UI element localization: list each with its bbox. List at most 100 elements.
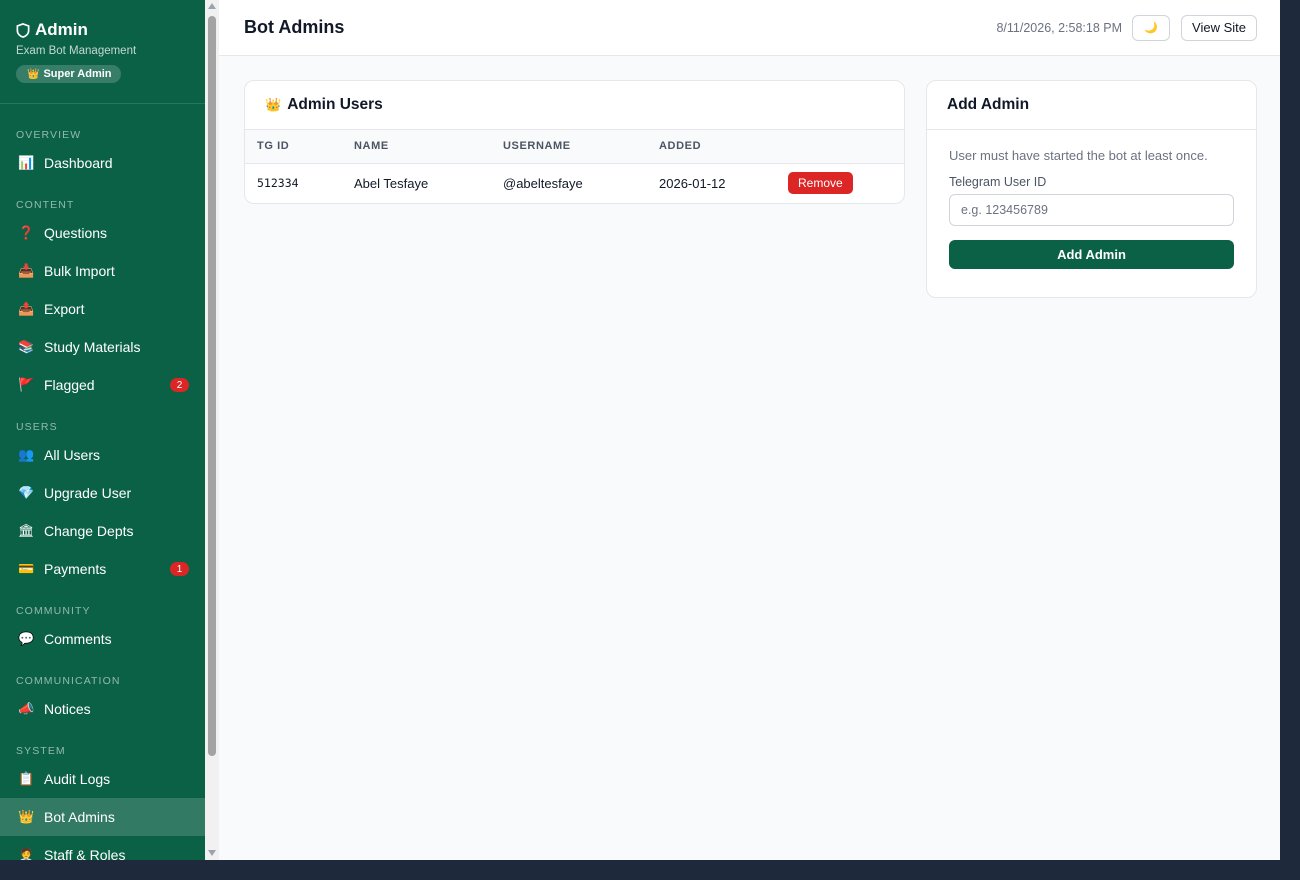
column-header-username: USERNAME bbox=[491, 130, 647, 164]
column-header-added: ADDED bbox=[647, 130, 776, 164]
staff-icon: 🧑‍💼 bbox=[18, 847, 35, 860]
theme-toggle-button[interactable]: 🌙 bbox=[1132, 14, 1171, 41]
export-icon: 📤 bbox=[18, 301, 35, 316]
nav-section-label: USERS bbox=[16, 421, 58, 433]
crown-icon: 👑 bbox=[18, 809, 35, 824]
nav-section-label: COMMUNICATION bbox=[16, 675, 121, 687]
books-icon: 📚 bbox=[18, 339, 35, 354]
remove-admin-button[interactable]: Remove bbox=[788, 172, 853, 195]
sidebar-item-label: Bulk Import bbox=[44, 263, 115, 279]
admin-users-card: 👑 Admin Users TG ID NAME USERNAME ADDED bbox=[244, 80, 905, 204]
admin-users-header: 👑 Admin Users bbox=[245, 81, 904, 130]
shield-icon bbox=[16, 22, 30, 38]
megaphone-icon: 📣 bbox=[18, 701, 35, 716]
crown-icon: 👑 bbox=[265, 97, 282, 112]
chart-icon: 📊 bbox=[18, 155, 35, 170]
sidebar-item-export[interactable]: 📤 Export bbox=[0, 290, 205, 328]
card-icon: 💳 bbox=[18, 561, 35, 576]
app-window: Admin Exam Bot Management 👑 Super Admin … bbox=[0, 0, 1280, 860]
sidebar-item-label: Flagged bbox=[44, 377, 95, 393]
brand: Admin Exam Bot Management 👑 Super Admin bbox=[0, 0, 205, 104]
sidebar-item-payments[interactable]: 💳 Payments 1 bbox=[0, 550, 205, 588]
view-site-button[interactable]: View Site bbox=[1181, 14, 1257, 41]
crown-icon: 👑 bbox=[27, 68, 40, 80]
cell-username: @abeltesfaye bbox=[503, 175, 583, 191]
sidebar: Admin Exam Bot Management 👑 Super Admin … bbox=[0, 0, 205, 860]
sidebar-item-questions[interactable]: ❓ Questions bbox=[0, 214, 205, 252]
speech-icon: 💬 bbox=[18, 631, 35, 646]
sidebar-item-label: Staff & Roles bbox=[44, 847, 126, 860]
add-admin-card: Add Admin User must have started the bot… bbox=[926, 80, 1257, 298]
count-badge: 2 bbox=[170, 378, 189, 392]
column-header-name: NAME bbox=[342, 130, 491, 164]
brand-subtitle: Exam Bot Management bbox=[16, 45, 137, 57]
sidebar-item-label: Bot Admins bbox=[44, 809, 115, 825]
sidebar-item-label: Dashboard bbox=[44, 155, 113, 171]
sidebar-item-dashboard[interactable]: 📊 Dashboard bbox=[0, 144, 205, 182]
sidebar-scrollbar[interactable] bbox=[205, 0, 219, 860]
question-icon: ❓ bbox=[18, 225, 35, 240]
sidebar-item-notices[interactable]: 📣 Notices bbox=[0, 690, 205, 728]
brand-title: Admin bbox=[16, 20, 189, 40]
flag-icon: 🚩 bbox=[18, 377, 35, 392]
sidebar-item-label: All Users bbox=[44, 447, 101, 463]
sidebar-item-change-depts[interactable]: 🏛 Change Depts bbox=[0, 512, 205, 550]
topbar: Bot Admins 8/11/2026, 2:58:18 PM 🌙 View … bbox=[219, 0, 1280, 56]
sidebar-item-bot-admins[interactable]: 👑 Bot Admins bbox=[0, 798, 205, 836]
sidebar-item-bulk-import[interactable]: 📥 Bulk Import bbox=[0, 252, 205, 290]
telegram-id-input[interactable] bbox=[949, 194, 1234, 226]
table-header-row: TG ID NAME USERNAME ADDED bbox=[245, 130, 904, 164]
sidebar-item-label: Payments bbox=[44, 561, 107, 577]
scroll-down-arrow-icon[interactable] bbox=[208, 850, 216, 856]
role-badge-label: Super Admin bbox=[43, 68, 112, 80]
nav-section-label: COMMUNITY bbox=[16, 605, 91, 617]
moon-icon: 🌙 bbox=[1144, 22, 1158, 34]
add-admin-header: Add Admin bbox=[927, 81, 1256, 130]
sidebar-item-label: Export bbox=[44, 301, 85, 317]
sidebar-item-label: Notices bbox=[44, 701, 91, 717]
column-header-tg-id: TG ID bbox=[245, 130, 342, 164]
sidebar-item-all-users[interactable]: 👥 All Users bbox=[0, 436, 205, 474]
telegram-id-label: Telegram User ID bbox=[949, 175, 1047, 189]
add-admin-title: Add Admin bbox=[947, 96, 1030, 113]
scroll-thumb[interactable] bbox=[208, 16, 216, 756]
sidebar-item-upgrade-user[interactable]: 💎 Upgrade User bbox=[0, 474, 205, 512]
nav-section-label: OVERVIEW bbox=[16, 129, 82, 141]
sidebar-item-label: Audit Logs bbox=[44, 771, 111, 787]
clipboard-icon: 📋 bbox=[18, 771, 35, 786]
sidebar-nav: OVERVIEW 📊 Dashboard CONTENT ❓ Questions 📥 Bulk… bbox=[0, 104, 205, 860]
cell-added: 2026-01-12 bbox=[659, 175, 726, 191]
sidebar-item-comments[interactable]: 💬 Comments bbox=[0, 620, 205, 658]
sidebar-item-label: Comments bbox=[44, 631, 112, 647]
role-badge: 👑 Super Admin bbox=[16, 65, 121, 83]
timestamp: 8/11/2026, 2:58:18 PM bbox=[996, 20, 1123, 35]
cell-actions: Remove bbox=[776, 163, 904, 203]
sidebar-item-audit-logs[interactable]: 📋 Audit Logs bbox=[0, 760, 205, 798]
import-icon: 📥 bbox=[18, 263, 35, 278]
sidebar-item-study-materials[interactable]: 📚 Study Materials bbox=[0, 328, 205, 366]
nav-section-label: CONTENT bbox=[16, 199, 75, 211]
sidebar-item-flagged[interactable]: 🚩 Flagged 2 bbox=[0, 366, 205, 404]
gem-icon: 💎 bbox=[18, 485, 35, 500]
count-badge: 1 bbox=[170, 562, 189, 576]
table-row: 512334 Abel Tesfaye @abeltesfaye 2026-01… bbox=[245, 163, 904, 203]
brand-title-text: Admin bbox=[35, 20, 88, 39]
admin-users-title: Admin Users bbox=[287, 96, 383, 113]
add-admin-button[interactable]: Add Admin bbox=[949, 240, 1234, 269]
add-admin-hint: User must have started the bot at least … bbox=[949, 148, 1208, 163]
sidebar-item-label: Questions bbox=[44, 225, 108, 241]
page-title: Bot Admins bbox=[244, 17, 345, 37]
sidebar-item-label: Change Depts bbox=[44, 523, 134, 539]
scroll-up-arrow-icon[interactable] bbox=[208, 3, 216, 9]
cell-name: Abel Tesfaye bbox=[354, 175, 429, 191]
main-area: Bot Admins 8/11/2026, 2:58:18 PM 🌙 View … bbox=[219, 0, 1280, 860]
add-admin-form: User must have started the bot at least … bbox=[927, 130, 1256, 297]
content: 👑 Admin Users TG ID NAME USERNAME ADDED bbox=[219, 56, 1280, 298]
admin-users-table: TG ID NAME USERNAME ADDED 512334 Abel Te… bbox=[245, 130, 904, 203]
sidebar-item-staff-roles[interactable]: 🧑‍💼 Staff & Roles bbox=[0, 836, 205, 860]
users-icon: 👥 bbox=[18, 447, 35, 462]
nav-section-label: SYSTEM bbox=[16, 745, 66, 757]
column-header-actions bbox=[776, 130, 904, 164]
building-icon: 🏛 bbox=[18, 523, 35, 538]
